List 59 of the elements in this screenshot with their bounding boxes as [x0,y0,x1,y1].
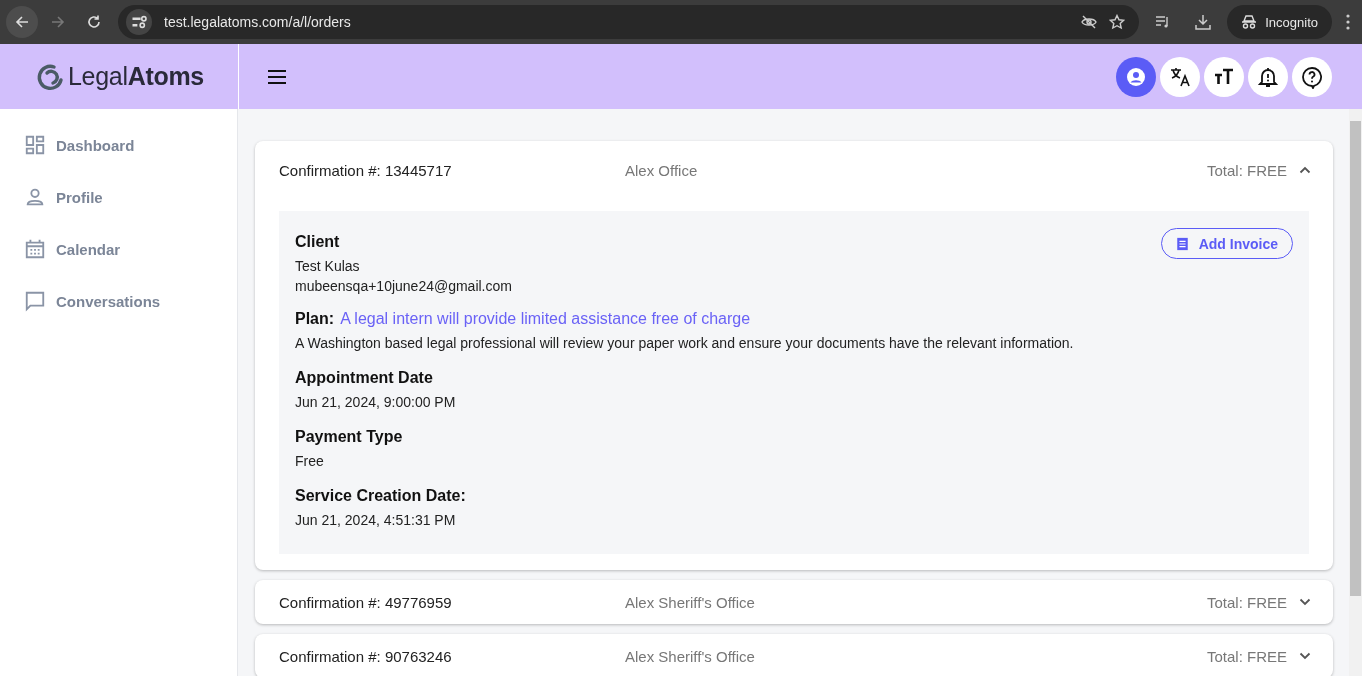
field-label: Service Creation Date: [295,487,467,505]
chevron-up-icon[interactable] [1299,166,1311,174]
menu-icon[interactable] [267,68,287,85]
office-name: Alex Office [625,161,699,179]
url-text: test.legalatoms.com/a/l/orders [164,14,351,30]
field-label: Payment Type [295,428,404,446]
forward-arrow-icon [50,14,66,30]
chat-icon [24,290,46,312]
office-name: Alex Sheriff's Office [625,593,756,611]
back-arrow-icon [14,14,30,30]
translate-button[interactable] [1160,56,1200,97]
dashboard-icon [24,134,46,156]
confirmation-number: Confirmation #: 49776959 [279,593,453,611]
order-header[interactable]: Confirmation #: 90763246 Alex Sheriff's Office Total: FREE [255,634,1333,676]
confirmation-number: Confirmation #: 90763246 [279,647,453,665]
star-icon[interactable] [1109,14,1126,30]
help-icon [1300,64,1324,89]
order-header[interactable]: Confirmation #: 49776959 Alex Sheriff's Office Total: FREE [255,580,1333,624]
person-icon [24,186,46,208]
plan-label: Plan: [295,310,335,328]
office-name: Alex Sheriff's Office [625,647,756,665]
order-total: Total: FREE [1206,161,1287,179]
eye-slash-icon[interactable] [1081,14,1098,30]
order-total: Total: FREE [1206,593,1287,611]
field-value: Jun 21, 2024, 4:51:31 PM [295,511,457,530]
text-size-button[interactable] [1204,56,1244,97]
incognito-icon [1241,14,1258,30]
logo-text: LegalAtoms [68,62,204,91]
plan-link[interactable]: A legal intern will provide limited assistance free of charge [340,310,751,328]
sidebar-item[interactable]: Dashboard [0,119,237,171]
sidebar-item[interactable]: Profile [0,171,237,223]
site-settings-icon[interactable] [126,9,152,35]
address-bar[interactable]: test.legalatoms.com/a/l/orders [118,5,1140,39]
order-header[interactable]: Confirmation #: 13445717 Alex Office Total: FREE [255,141,1333,199]
client-name: Test Kulas [295,257,361,276]
calendar-icon [24,238,46,260]
field-label: Appointment Date [295,369,434,387]
back-button[interactable] [6,6,38,38]
chevron-down-icon[interactable] [1299,652,1311,660]
reload-icon [86,14,102,30]
order-total: Total: FREE [1206,647,1287,665]
bell-alert-button[interactable] [1248,56,1288,97]
help-button[interactable] [1292,56,1332,97]
confirmation-number: Confirmation #: 13445717 [279,161,453,179]
download-icon[interactable] [1195,14,1212,30]
sidebar-item[interactable]: Calendar [0,223,237,275]
invoice-icon [1175,236,1189,251]
section-label: Client [295,233,341,251]
field-value: Free [295,452,325,471]
menu-icon[interactable] [1346,14,1350,30]
field-value: Jun 21, 2024, 9:00:00 PM [295,393,457,412]
scrollbar[interactable] [1349,109,1362,676]
client-email: mubeensqa+10june24@gmail.com [295,277,512,296]
plan-description: A Washington based legal professional will review your paper work and ensure your documents have the relevant information. [295,334,1075,353]
chevron-down-icon[interactable] [1299,598,1311,606]
scrollbar-thumb[interactable] [1350,121,1361,596]
account-button[interactable] [1116,56,1156,97]
incognito-button[interactable]: Incognito [1227,5,1332,39]
sidebar-item[interactable]: Conversations [0,275,237,327]
